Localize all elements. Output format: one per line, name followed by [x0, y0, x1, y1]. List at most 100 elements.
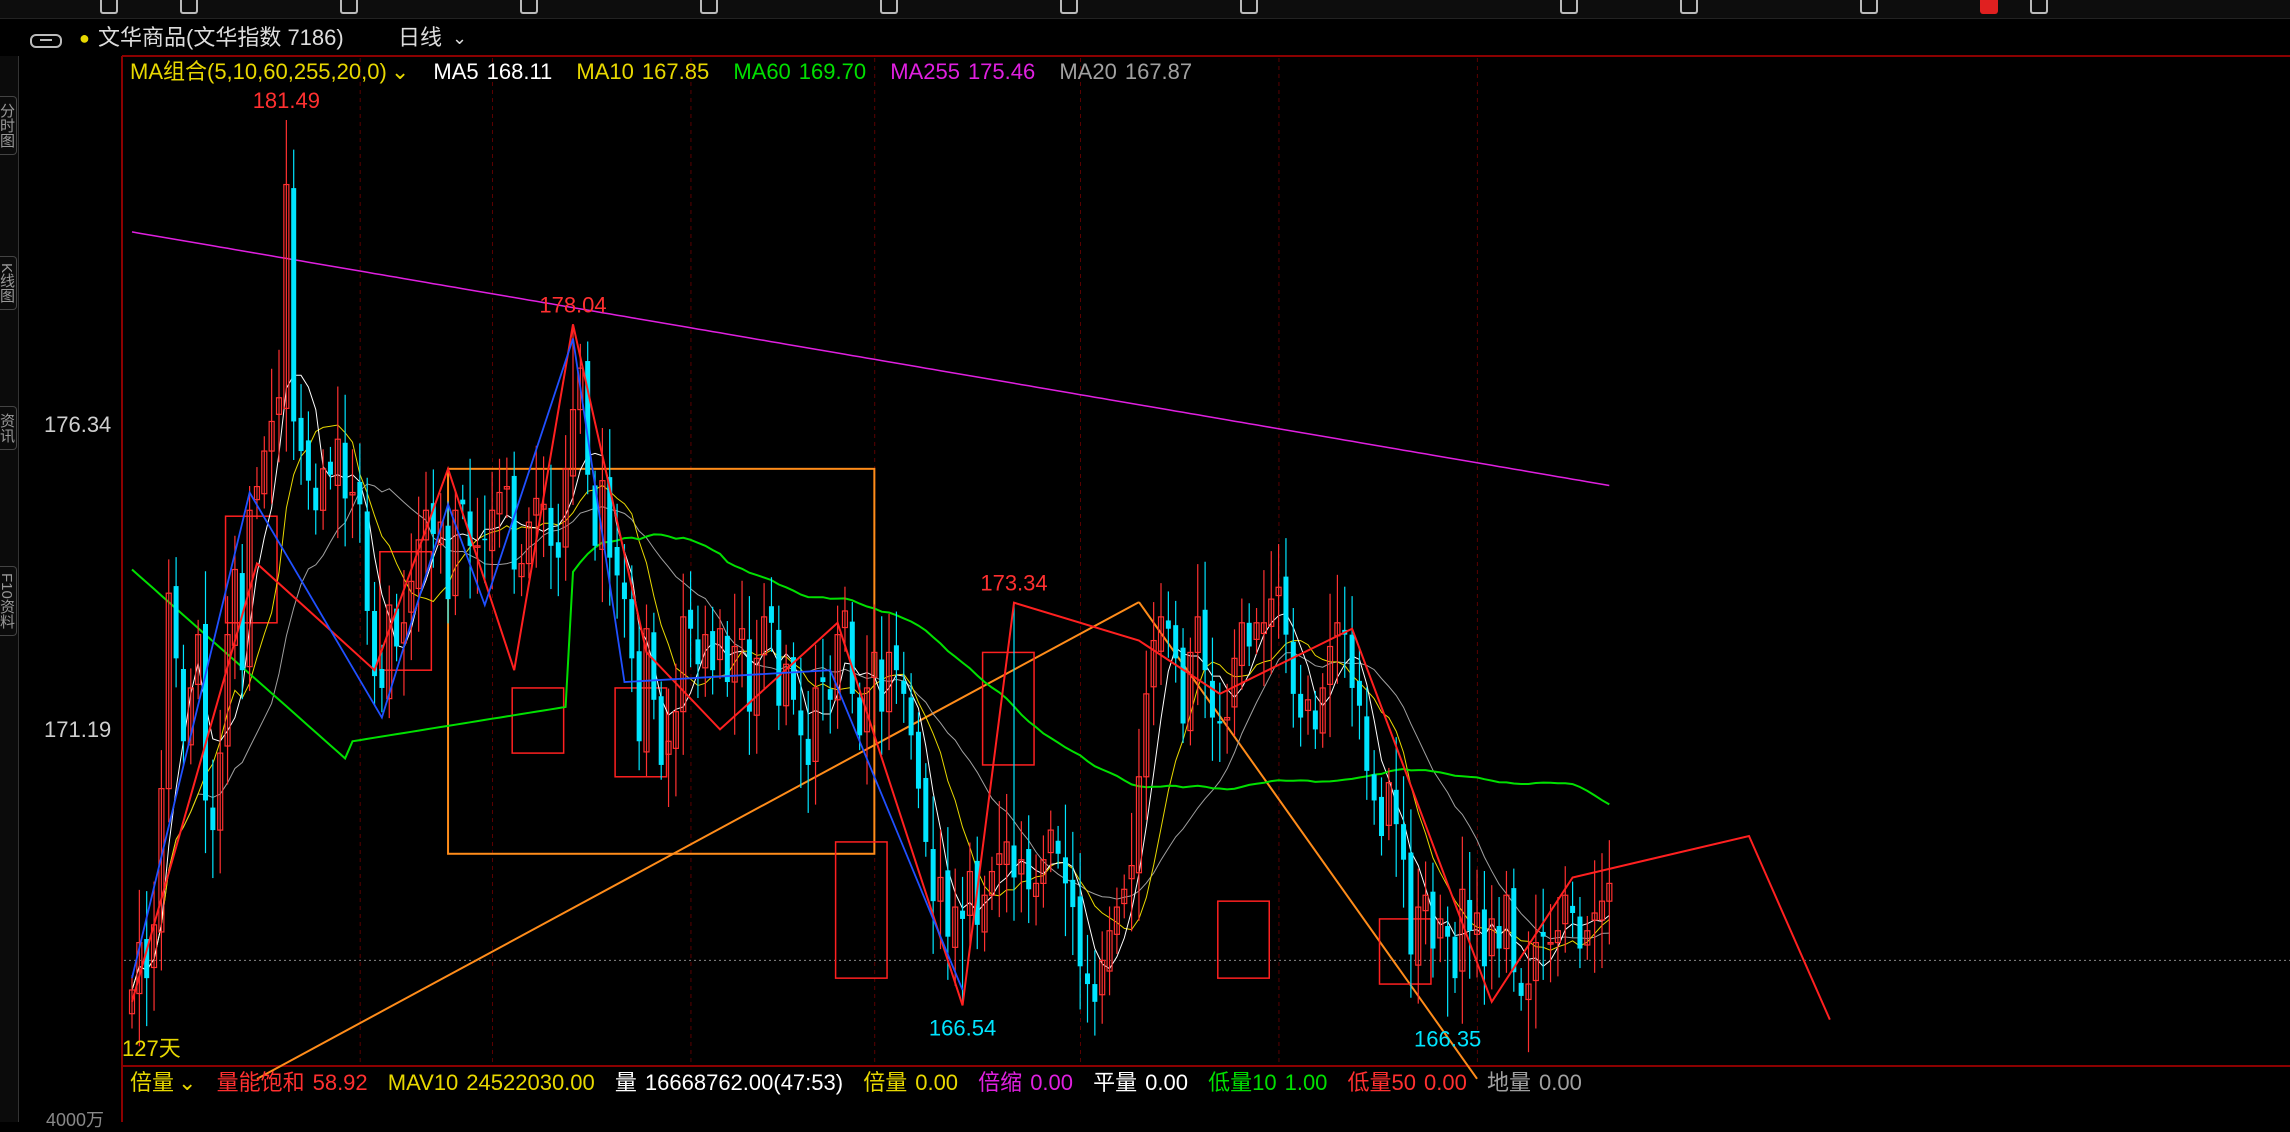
candle-body [445, 525, 451, 600]
beiliang-value: 0.00 [915, 1070, 959, 1095]
candle-body [1379, 796, 1384, 837]
candle-body [1077, 896, 1083, 967]
volume-indicator-selector[interactable]: 倍量 ⌄ [130, 1070, 196, 1095]
candle-body [849, 621, 855, 694]
y-tick-label: 171.19 [44, 717, 112, 742]
chevron-down-icon: ⌄ [390, 59, 410, 84]
candle-body [695, 639, 701, 665]
candle-body [1511, 888, 1517, 973]
lnbh-value: 58.92 [312, 1070, 368, 1095]
candle-body [1467, 899, 1473, 931]
candle-body [379, 669, 385, 688]
candle-body [658, 696, 664, 765]
candle-body [1540, 931, 1546, 937]
beisuo-legend: 倍缩 0.00 [978, 1070, 1073, 1095]
candle-body [210, 807, 216, 831]
candle-body [1312, 710, 1318, 730]
candle-body [614, 547, 620, 576]
candle-body [930, 849, 936, 902]
candle-body [1518, 982, 1524, 996]
highlight-box [511, 687, 565, 754]
candle-body [1209, 680, 1215, 718]
candle-body [1570, 905, 1576, 913]
diliang-legend: 地量 0.00 [1487, 1070, 1582, 1095]
ma5-legend: MA5 168.11 [433, 59, 552, 84]
candle-body [1445, 926, 1451, 937]
candle-body [768, 606, 774, 623]
lnbh-label: 量能饱和 [216, 1070, 305, 1095]
candle-body [1496, 926, 1502, 949]
ma255-label: MA255 [890, 59, 960, 84]
volume-legend: 倍量 ⌄ 量能饱和 58.92 MAV10 24522030.00 量 16668762… [130, 1068, 1596, 1098]
volume-axis-label: 4000万 [46, 1110, 105, 1130]
highlight-box [834, 841, 888, 979]
ma10-label: MA10 [576, 59, 634, 84]
ma-combo-label: MA组合(5,10,60,255,20,0) [130, 59, 387, 84]
liang-value: 16668762.00(47:53) [644, 1070, 844, 1095]
candle-body [313, 487, 319, 511]
ma5-label: MA5 [433, 59, 479, 84]
candle-body [1364, 716, 1370, 771]
ma60-value: 169.70 [798, 59, 867, 84]
candle-body [724, 635, 730, 683]
beisuo-value: 0.00 [1030, 1070, 1074, 1095]
ma255-value: 175.46 [967, 59, 1036, 84]
kline-chart[interactable]: 181.49 178.04 173.34 166.54 166.35 127天 [0, 0, 2290, 1122]
chevron-down-icon: ⌄ [178, 1070, 197, 1095]
candle-body [173, 586, 179, 659]
candle-body [1092, 984, 1098, 1002]
candle-body [555, 542, 561, 558]
candle-body [820, 677, 826, 683]
candle-body [1349, 634, 1355, 688]
pingliang-label: 平量 [1093, 1070, 1138, 1095]
liang-label: 量 [614, 1070, 637, 1095]
candle-body [960, 910, 966, 919]
candle-body [1401, 824, 1407, 860]
candle-body [710, 631, 716, 671]
candle-body [776, 629, 782, 706]
candle-body [327, 461, 333, 475]
beiliang-legend: 倍量 0.00 [863, 1070, 958, 1095]
candle-body [1393, 789, 1399, 825]
candle-body [1481, 909, 1487, 967]
candle-body [1026, 849, 1032, 890]
candle-body [1452, 936, 1458, 979]
peak-label: 181.49 [253, 88, 320, 113]
trough-label: 166.54 [929, 1015, 996, 1040]
candle-body [893, 645, 899, 671]
candle-body [629, 599, 635, 659]
candle-body [805, 738, 811, 765]
candle-body [482, 538, 488, 541]
ma20-legend: MA20 167.87 [1059, 59, 1192, 84]
beisuo-label: 倍缩 [978, 1070, 1023, 1095]
mav10-legend: MAV10 24522030.00 [388, 1070, 595, 1095]
diliang-value: 0.00 [1539, 1070, 1582, 1095]
ma-combo-selector[interactable]: MA组合(5,10,60,255,20,0) ⌄ [130, 59, 409, 84]
candle-body [1246, 622, 1252, 647]
candle-body [364, 511, 370, 611]
candle-body [1055, 840, 1061, 854]
highlight-box [981, 651, 1035, 766]
ma-legend: MA组合(5,10,60,255,20,0) ⌄ MA5 168.11 MA10 16… [130, 56, 1210, 88]
candle-body [1298, 693, 1304, 718]
ma10-value: 167.85 [641, 59, 710, 84]
peak-label: 173.34 [980, 571, 1047, 596]
candle-body [203, 623, 208, 801]
candle-body [1173, 625, 1179, 659]
ma20-value: 167.87 [1124, 59, 1193, 84]
ma10-legend: MA10 167.85 [576, 59, 709, 84]
candle-body [460, 499, 466, 505]
candle-body [1371, 774, 1377, 801]
candle-body [621, 582, 627, 600]
candle-body [901, 680, 907, 694]
highlight-box [1217, 900, 1271, 979]
candle-body [857, 697, 863, 736]
candle-body [915, 731, 921, 789]
candle-body [1165, 620, 1171, 629]
ma5-line [131, 374, 1610, 991]
candle-body [1577, 916, 1583, 949]
candle-body [357, 481, 363, 505]
mav10-value: 24522030.00 [466, 1070, 595, 1095]
candle-body [342, 442, 348, 499]
day-count-label: 127天 [122, 1036, 181, 1061]
